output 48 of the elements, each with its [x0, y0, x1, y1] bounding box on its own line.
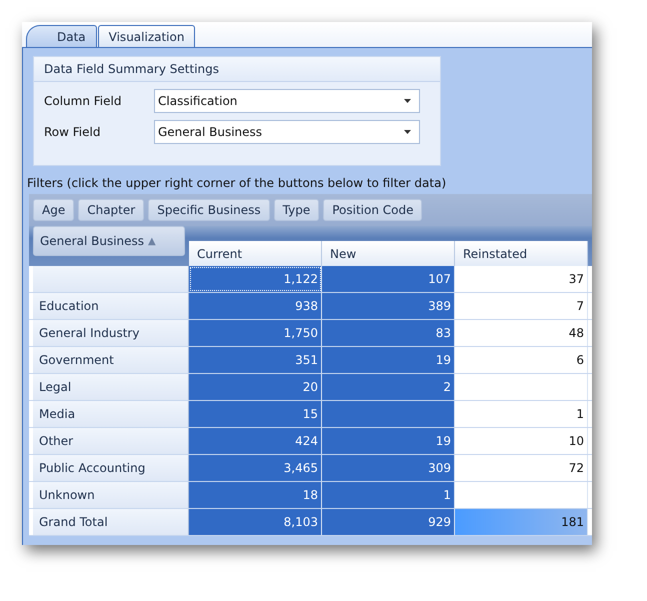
table-cell: 424: [189, 428, 322, 454]
tab[interactable]: Visualization: [98, 25, 196, 47]
table-cell: 18: [189, 482, 322, 508]
row-field-button[interactable]: General Business ▲: [33, 226, 185, 256]
row-header: Legal: [33, 374, 189, 400]
table-cell: 2: [322, 374, 455, 400]
table-cell: 15: [189, 401, 322, 427]
tab[interactable]: Data: [26, 25, 97, 47]
column-header[interactable]: New: [322, 241, 455, 266]
filter-field-button[interactable]: Chapter: [78, 199, 144, 221]
table-cell: 1,750: [189, 320, 322, 346]
table-cell: 1,122: [189, 266, 322, 292]
row-header: Unknown: [33, 482, 189, 508]
field-label: Column Field: [44, 94, 122, 108]
row-header: Public Accounting: [33, 455, 189, 481]
table-cell: 1: [322, 482, 455, 508]
field-label: Row Field: [44, 125, 102, 139]
table-cell: 19: [322, 347, 455, 373]
table-cell: 389: [322, 293, 455, 319]
table-cell: 309: [322, 455, 455, 481]
row-header: Grand Total: [33, 509, 189, 535]
caret-icon: [404, 99, 411, 103]
row-header: General Industry: [33, 320, 189, 346]
table-cell: 83: [322, 320, 455, 346]
table-cell: 3,465: [189, 455, 322, 481]
row-header: Media: [33, 401, 189, 427]
dropdown-field[interactable]: General Business: [154, 120, 420, 144]
filter-field-button[interactable]: Specific Business: [148, 199, 270, 221]
row-header: Other: [33, 428, 189, 454]
column-header[interactable]: Current: [189, 241, 322, 266]
table-cell: 929: [322, 509, 455, 535]
table-cell: 107: [322, 266, 455, 292]
table-cell: 19: [322, 428, 455, 454]
table-cell: 351: [189, 347, 322, 373]
row-header: Government: [33, 347, 189, 373]
filter-field-button[interactable]: Position Code: [323, 199, 422, 221]
filter-field-button[interactable]: Type: [274, 199, 320, 221]
filter-field-button[interactable]: Age: [33, 199, 74, 221]
table-cell: 8,103: [189, 509, 322, 535]
table-cell: 938: [189, 293, 322, 319]
dropdown-field[interactable]: Classification: [154, 89, 420, 113]
table-cell: 20: [189, 374, 322, 400]
column-header[interactable]: Reinstated: [455, 241, 588, 266]
row-header: Education: [33, 293, 189, 319]
caret-icon: [404, 130, 411, 134]
table-cell: 181: [455, 509, 588, 535]
filters-hint: Filters (click the upper right corner of the buttons below to filter data): [27, 176, 448, 190]
panel-title: Data Field Summary Settings: [34, 57, 440, 82]
